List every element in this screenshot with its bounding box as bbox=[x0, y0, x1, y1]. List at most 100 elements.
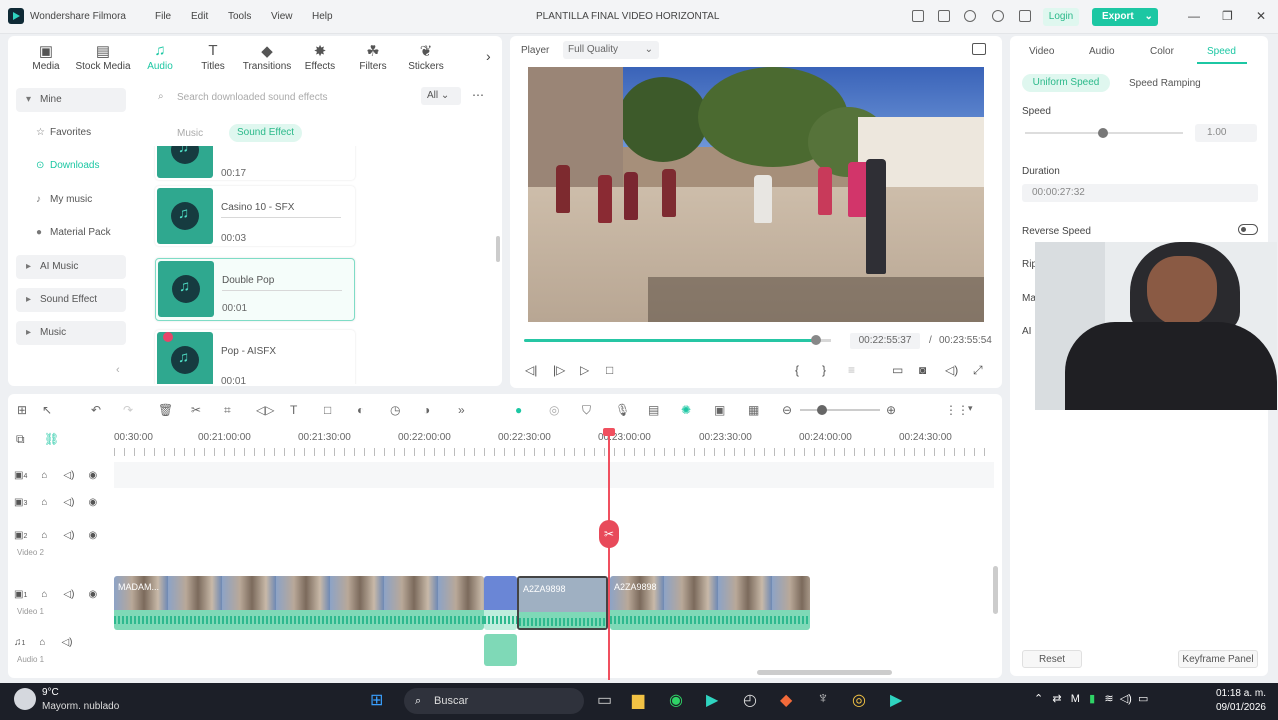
playback-progress[interactable] bbox=[524, 339, 819, 342]
tab-audio-props[interactable]: Audio bbox=[1089, 46, 1115, 57]
undo-icon[interactable]: ↶ bbox=[91, 403, 101, 417]
add-track-icon[interactable]: ⧉ bbox=[16, 432, 25, 447]
stop-icon[interactable]: □ bbox=[606, 363, 613, 377]
redo-icon[interactable]: ↷ bbox=[123, 403, 133, 417]
tab-music[interactable]: Music bbox=[177, 128, 203, 139]
split-audio-icon[interactable]: ◁▷ bbox=[256, 403, 274, 417]
eye-icon[interactable]: ◉ bbox=[88, 589, 97, 600]
link-icon[interactable]: ⛓︎ bbox=[44, 432, 59, 446]
mute-icon[interactable]: ◁) bbox=[63, 497, 74, 508]
video-clip[interactable]: A2ZA9898 bbox=[610, 576, 810, 630]
sidebar-item-music[interactable]: ▸ Music bbox=[16, 321, 126, 345]
ai-icon[interactable]: ✺ bbox=[681, 403, 691, 417]
camera-icon[interactable]: ◙ bbox=[919, 363, 926, 377]
video-clip[interactable]: MADAM... bbox=[114, 576, 484, 630]
display-icon[interactable]: ▭ bbox=[892, 363, 903, 377]
tab-effects[interactable]: ✸ Effects bbox=[295, 42, 345, 72]
track-video-3[interactable] bbox=[114, 489, 994, 515]
zoom-slider[interactable] bbox=[800, 409, 880, 411]
play-clip-icon[interactable]: |▷ bbox=[553, 363, 565, 377]
track-video-2[interactable] bbox=[114, 516, 994, 556]
progress-knob[interactable] bbox=[811, 335, 821, 345]
search-input[interactable]: Search downloaded sound effects bbox=[177, 92, 327, 103]
color-icon[interactable]: ◑ bbox=[423, 403, 430, 417]
lock-icon[interactable]: ⌂ bbox=[41, 589, 47, 600]
layout-icon[interactable]: ⊞ bbox=[17, 403, 27, 417]
shape-icon[interactable]: □ bbox=[324, 403, 331, 417]
login-button[interactable]: Login bbox=[1043, 8, 1079, 26]
tab-media[interactable]: ▣ Media bbox=[21, 42, 71, 72]
tab-titles[interactable]: T Titles bbox=[188, 42, 238, 72]
brave-icon[interactable]: ◆ bbox=[780, 690, 792, 710]
tray-icons[interactable]: ⌃ ⇄ M ▮ ≋ ◁) ▭ bbox=[1034, 692, 1148, 705]
zoom-in-icon[interactable]: ⊕ bbox=[886, 403, 896, 417]
tab-transitions[interactable]: ◆ Transitions bbox=[240, 42, 294, 72]
sidebar-item-sound-effect[interactable]: ▸ Sound Effect bbox=[16, 288, 126, 312]
reset-button[interactable]: Reset bbox=[1022, 650, 1082, 668]
mute-icon[interactable]: ◁) bbox=[61, 637, 72, 648]
speed-value-input[interactable]: 1.00 bbox=[1195, 124, 1257, 142]
sidebar-item-ai-music[interactable]: ▸ AI Music bbox=[16, 255, 126, 279]
timeline-vertical-scrollbar[interactable] bbox=[993, 566, 998, 614]
zoom-slider-knob[interactable] bbox=[817, 405, 827, 415]
delete-icon[interactable]: 🗑︎ bbox=[158, 403, 173, 417]
reverse-speed-toggle[interactable] bbox=[1238, 224, 1258, 235]
whatsapp-icon[interactable]: ◉ bbox=[669, 690, 683, 710]
more-tools-icon[interactable]: » bbox=[458, 403, 465, 417]
tab-sound-effect[interactable]: Sound Effect bbox=[229, 124, 303, 142]
zoom-out-icon[interactable]: ⊖ bbox=[782, 403, 792, 417]
taskbar-date[interactable]: 09/01/2026 bbox=[1210, 702, 1266, 713]
eye-icon[interactable]: ◉ bbox=[88, 470, 97, 481]
cut-icon[interactable]: ✂ bbox=[191, 403, 201, 417]
menu-view[interactable]: View bbox=[271, 11, 293, 22]
windows-start-icon[interactable]: ⊞ bbox=[370, 690, 383, 710]
rocket-icon[interactable]: ♆ bbox=[817, 690, 829, 708]
gift-icon[interactable] bbox=[1019, 10, 1031, 22]
filter-dropdown[interactable]: All ⌄ bbox=[421, 87, 461, 105]
taskbar-search[interactable]: ⌕ Buscar bbox=[404, 688, 584, 714]
storyboard-icon[interactable]: ▦ bbox=[748, 403, 759, 417]
filmora-active-icon[interactable]: ▶ bbox=[890, 690, 902, 710]
eye-icon[interactable]: ◉ bbox=[88, 497, 97, 508]
video-clip[interactable] bbox=[484, 576, 517, 630]
support-icon[interactable] bbox=[992, 10, 1004, 22]
sidebar-item-material-pack[interactable]: ● Material Pack bbox=[16, 221, 126, 245]
volume-icon[interactable]: ◁) bbox=[945, 363, 958, 377]
play-icon[interactable]: ▷ bbox=[580, 363, 589, 377]
sound-card[interactable]: ♫ Casino 10 - SFX 00:03 bbox=[155, 186, 355, 246]
lock-icon[interactable]: ⌂ bbox=[41, 470, 47, 481]
close-icon[interactable]: ✕ bbox=[1256, 9, 1266, 23]
sidebar-item-mine[interactable]: ▾ Mine bbox=[16, 88, 126, 112]
quality-dropdown[interactable]: Full Quality ⌄ bbox=[563, 41, 659, 59]
filmora-taskbar-icon[interactable]: ▶ bbox=[706, 690, 718, 710]
voiceover-icon[interactable]: ▤ bbox=[648, 403, 659, 417]
prev-frame-icon[interactable]: ◁| bbox=[525, 363, 537, 377]
monitor-icon[interactable] bbox=[912, 10, 924, 22]
menu-edit[interactable]: Edit bbox=[191, 11, 208, 22]
task-view-icon[interactable]: ▭ bbox=[597, 690, 612, 710]
marker-icon[interactable]: ⛉ bbox=[582, 403, 591, 418]
text-icon[interactable]: T bbox=[290, 403, 297, 417]
menu-help[interactable]: Help bbox=[312, 11, 333, 22]
pip-icon[interactable]: ▣ bbox=[714, 403, 725, 417]
microphone-icon[interactable]: 🎙︎ bbox=[615, 403, 630, 417]
collapse-sidebar-icon[interactable]: ‹ bbox=[116, 364, 120, 376]
weather-icon[interactable] bbox=[14, 688, 36, 710]
speed-icon[interactable]: ◷ bbox=[390, 403, 400, 417]
sidebar-item-favorites[interactable]: ☆ Favorites bbox=[16, 121, 126, 145]
audio-clip[interactable] bbox=[484, 634, 517, 666]
uniform-speed-button[interactable]: Uniform Speed bbox=[1022, 74, 1110, 92]
current-time[interactable]: 00:22:55:37 bbox=[850, 333, 920, 349]
playhead-handle[interactable] bbox=[603, 428, 615, 436]
chevron-down-icon[interactable]: ▾ bbox=[968, 403, 973, 414]
mark-out-icon[interactable]: } bbox=[822, 363, 826, 377]
menu-tools[interactable]: Tools bbox=[228, 11, 251, 22]
sound-card[interactable]: ♫ 00:17 bbox=[155, 146, 355, 180]
lock-icon[interactable]: ⌂ bbox=[41, 497, 47, 508]
chevron-right-icon[interactable]: › bbox=[486, 48, 491, 64]
lock-icon[interactable]: ⌂ bbox=[39, 637, 45, 648]
tab-filters[interactable]: ☘ Filters bbox=[348, 42, 398, 72]
mute-icon[interactable]: ◁) bbox=[63, 589, 74, 600]
minimize-icon[interactable]: — bbox=[1188, 9, 1200, 23]
mark-in-icon[interactable]: { bbox=[795, 363, 799, 377]
